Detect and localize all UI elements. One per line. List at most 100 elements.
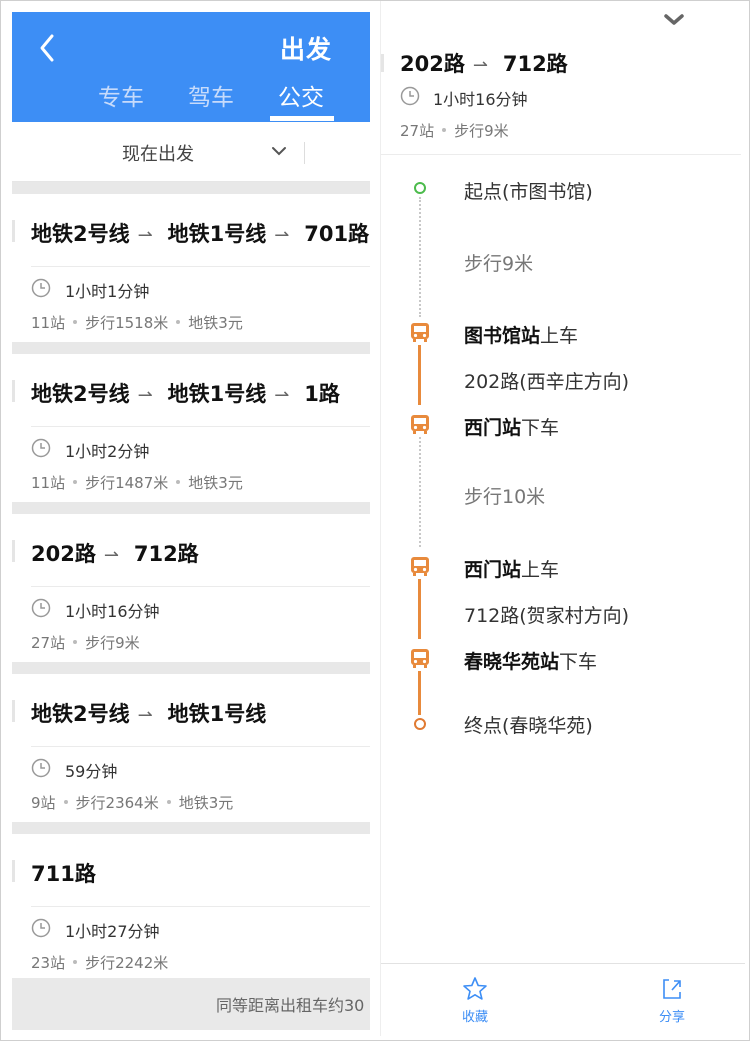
board-action: 上车 [540, 325, 579, 347]
bus-icon [411, 415, 429, 434]
start-point-icon [414, 182, 426, 194]
route-list-panel: 出发 专车 驾车 公交 现在出发 地铁2号线 ⇀ 地铁1号线 ⇀ 701路 1小时1分钟… [12, 12, 370, 1030]
share-button[interactable]: 分享 [642, 976, 702, 1025]
route-timeline: 起点(市图书馆) 步行9米 图书馆站上车 202路(西辛庄方向) 西门站下车 步… [381, 155, 745, 755]
depart-time-label: 现在出发 [122, 144, 194, 165]
station-name: 图书馆站 [464, 325, 541, 347]
station-name: 春晓华苑站 [464, 651, 560, 673]
detail-duration: 1小时16分钟 [433, 90, 528, 109]
alight-step: 春晓华苑站下车 [464, 647, 597, 674]
bus-icon [411, 323, 429, 342]
depart-time-bar[interactable]: 现在出发 [12, 122, 370, 182]
walk-step: 步行9米 [464, 253, 534, 275]
favorite-button[interactable]: 收藏 [445, 976, 505, 1025]
divider [31, 906, 370, 907]
route-segment: 地铁1号线 [167, 702, 267, 726]
route-walk: 步行1518米 [85, 314, 169, 332]
bus-connector [418, 671, 421, 715]
route-stops: 11站 [31, 314, 66, 332]
transfer-arrow-icon: ⇀ [103, 545, 119, 566]
route-walk: 步行2242米 [85, 954, 169, 972]
alight-action: 下车 [559, 651, 598, 673]
back-icon[interactable] [34, 28, 60, 68]
active-tab-indicator [270, 116, 334, 121]
route-stops: 27站 [31, 634, 66, 652]
route-meta: 9站 步行2364米 地铁3元 [31, 792, 233, 813]
route-title: 202路 ⇀ 712路 [31, 538, 199, 568]
station-name: 西门站 [464, 417, 522, 439]
bus-connector [418, 579, 421, 639]
route-segment: 地铁1号线 [167, 222, 267, 246]
board-action: 上车 [521, 559, 560, 581]
bus-icon [411, 557, 429, 576]
chevron-down-icon[interactable] [270, 144, 288, 158]
clock-icon [31, 758, 51, 778]
share-label: 分享 [658, 1010, 685, 1025]
detail-walk: 步行9米 [454, 122, 509, 140]
transfer-arrow-icon: ⇀ [137, 385, 153, 406]
divider [381, 963, 745, 964]
detail-stops: 27站 [400, 122, 435, 140]
route-stops: 23站 [31, 954, 66, 972]
transfer-arrow-icon: ⇀ [137, 705, 153, 726]
route-segment: 712路 [133, 542, 199, 566]
start-point: 起点(市图书馆) [464, 181, 593, 203]
divider [304, 142, 305, 164]
share-icon [663, 979, 681, 999]
route-detail-panel: 202路 ⇀ 712路 1小时16分钟 27站 步行9米 起点(市图书馆) 步行9米 … [380, 0, 745, 1036]
route-title: 711路 [31, 858, 96, 888]
route-meta: 27站 步行9米 [31, 632, 140, 653]
route-meta: 11站 步行1487米 地铁3元 [31, 472, 243, 493]
card-marker [381, 54, 384, 72]
board-step: 西门站上车 [464, 555, 559, 582]
route-segment: 地铁2号线 [31, 382, 130, 406]
clock-icon [400, 86, 420, 106]
transfer-arrow-icon: ⇀ [137, 225, 153, 246]
route-stops: 9站 [31, 794, 56, 812]
header-bar: 出发 专车 驾车 公交 [12, 12, 370, 122]
route-fare: 地铁3元 [178, 794, 234, 812]
route-walk: 步行2364米 [75, 794, 159, 812]
divider [12, 662, 370, 674]
route-card[interactable]: 地铁2号线 ⇀ 地铁1号线 ⇀ 1路 1小时2分钟 11站 步行1487米 地铁3元 [12, 354, 370, 502]
alight-step: 西门站下车 [464, 413, 559, 440]
bus-icon [411, 649, 429, 668]
detail-meta: 27站 步行9米 [400, 120, 509, 141]
station-name: 西门站 [464, 559, 522, 581]
tab-transit[interactable]: 公交 [278, 78, 324, 112]
route-card[interactable]: 202路 ⇀ 712路 1小时16分钟 27站 步行9米 [12, 514, 370, 662]
route-segment: 地铁2号线 [31, 222, 130, 246]
route-segment: 701路 [304, 222, 370, 246]
divider [12, 182, 370, 194]
alight-action: 下车 [521, 417, 560, 439]
taxi-compare-text: 同等距离出租车约30 [216, 996, 365, 1015]
route-meta: 11站 步行1518米 地铁3元 [31, 312, 243, 333]
walk-step: 步行10米 [464, 486, 546, 508]
route-card[interactable]: 地铁2号线 ⇀ 地铁1号线 59分钟 9站 步行2364米 地铁3元 [12, 674, 370, 822]
walk-connector [419, 437, 421, 547]
divider [12, 342, 370, 354]
route-segment: 地铁1号线 [167, 382, 267, 406]
bus-line: 202路(西辛庄方向) [464, 371, 630, 393]
board-step: 图书馆站上车 [464, 321, 578, 348]
clock-icon [31, 918, 51, 938]
route-fare: 地铁3元 [188, 314, 243, 332]
transfer-arrow-icon: ⇀ [274, 225, 290, 246]
route-card[interactable]: 地铁2号线 ⇀ 地铁1号线 ⇀ 701路 1小时1分钟 11站 步行1518米 地铁3元 [12, 194, 370, 342]
route-duration: 1小时16分钟 [65, 602, 160, 621]
divider [31, 586, 370, 587]
tab-drive[interactable]: 驾车 [188, 78, 234, 112]
route-duration: 1小时27分钟 [65, 922, 160, 941]
divider [12, 502, 370, 514]
transfer-arrow-icon: ⇀ [274, 385, 290, 406]
chevron-down-icon[interactable] [663, 12, 685, 28]
clock-icon [31, 278, 51, 298]
walk-connector [419, 197, 421, 317]
tab-taxi[interactable]: 专车 [98, 78, 144, 112]
route-segment: 地铁2号线 [31, 702, 130, 726]
route-title: 地铁2号线 ⇀ 地铁1号线 ⇀ 1路 [31, 378, 340, 408]
bus-connector [418, 345, 421, 405]
card-marker [12, 860, 15, 882]
route-duration: 1小时1分钟 [65, 282, 150, 301]
route-card[interactable]: 711路 1小时27分钟 23站 步行2242米 [12, 834, 370, 982]
